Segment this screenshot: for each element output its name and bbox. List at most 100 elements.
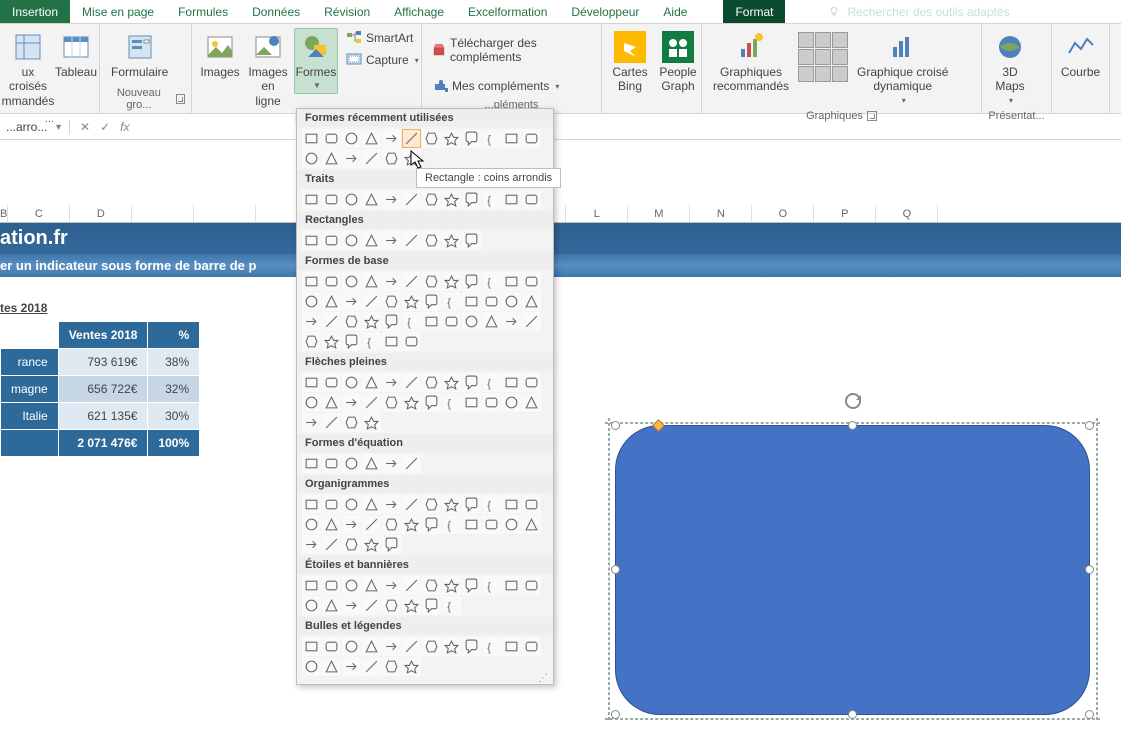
graphiques-recommandes-button[interactable]: Graphiques recommandés [708, 28, 794, 97]
shape-option[interactable] [362, 535, 381, 554]
shape-option[interactable] [522, 292, 541, 311]
shape-option[interactable] [322, 190, 341, 209]
shape-option[interactable] [342, 454, 361, 473]
shape-option[interactable] [502, 495, 521, 514]
shape-option[interactable] [462, 495, 481, 514]
resize-handle[interactable] [1085, 710, 1094, 719]
shape-option[interactable] [362, 231, 381, 250]
column-header[interactable]: B [0, 205, 8, 222]
shape-option[interactable] [302, 413, 321, 432]
shape-option[interactable] [382, 332, 401, 351]
shape-option[interactable] [522, 373, 541, 392]
shape-option[interactable] [382, 637, 401, 656]
shape-option[interactable]: { [442, 596, 461, 615]
shape-option[interactable] [322, 272, 341, 291]
tab-mise-en-page[interactable]: Mise en page [70, 0, 166, 23]
shape-option[interactable] [302, 312, 321, 331]
shape-option[interactable] [302, 495, 321, 514]
shapes-dropdown[interactable]: Formes récemment utilisées { Traits { Re… [296, 108, 554, 685]
shape-option[interactable] [322, 657, 341, 676]
shape-option[interactable] [522, 190, 541, 209]
tab-developpeur[interactable]: Développeur [559, 0, 651, 23]
shape-option[interactable] [462, 373, 481, 392]
shape-option[interactable] [422, 312, 441, 331]
tab-format[interactable]: Format [723, 0, 785, 23]
shape-option[interactable] [522, 272, 541, 291]
shape-option[interactable] [362, 149, 381, 168]
shape-option[interactable]: { [442, 393, 461, 412]
shape-option[interactable] [522, 515, 541, 534]
shape-option[interactable] [422, 393, 441, 412]
shape-option[interactable] [402, 393, 421, 412]
shape-option[interactable] [362, 413, 381, 432]
shape-option[interactable] [442, 312, 461, 331]
shape-option[interactable] [422, 231, 441, 250]
bing-maps-button[interactable]: Cartes Bing [608, 28, 652, 97]
shape-option[interactable] [522, 576, 541, 595]
shape-option[interactable] [402, 495, 421, 514]
shape-option[interactable] [402, 190, 421, 209]
shape-option[interactable] [422, 373, 441, 392]
shape-option[interactable] [422, 576, 441, 595]
shape-option[interactable] [322, 292, 341, 311]
resize-grip-icon[interactable]: ⋰ [538, 676, 549, 682]
shape-option[interactable] [302, 657, 321, 676]
shape-option[interactable] [502, 515, 521, 534]
column-header[interactable]: O [752, 205, 814, 222]
shape-option[interactable] [302, 596, 321, 615]
shape-option[interactable] [422, 272, 441, 291]
shape-option[interactable] [422, 190, 441, 209]
shape-option[interactable] [502, 190, 521, 209]
resize-handle[interactable] [611, 565, 620, 574]
shape-option[interactable] [382, 657, 401, 676]
shape-option[interactable] [342, 272, 361, 291]
shape-option[interactable] [502, 393, 521, 412]
capture-button[interactable]: Capture▾ [342, 50, 423, 70]
images-button[interactable]: Images [198, 28, 242, 82]
tab-affichage[interactable]: Affichage [382, 0, 456, 23]
shape-option[interactable] [382, 454, 401, 473]
shape-option[interactable] [322, 129, 341, 148]
shape-option[interactable] [462, 393, 481, 412]
column-header[interactable]: L [566, 205, 628, 222]
shape-option[interactable] [402, 129, 421, 148]
shape-option[interactable] [302, 393, 321, 412]
resize-handle[interactable] [848, 421, 857, 430]
shape-option[interactable] [302, 637, 321, 656]
shape-option[interactable] [382, 231, 401, 250]
shape-option[interactable]: { [482, 272, 501, 291]
shape-option[interactable] [302, 292, 321, 311]
shape-option[interactable] [342, 373, 361, 392]
shape-option[interactable] [322, 495, 341, 514]
shape-option[interactable] [342, 576, 361, 595]
tab-revision[interactable]: Révision [312, 0, 382, 23]
shape-option[interactable] [482, 292, 501, 311]
shape-option[interactable] [302, 515, 321, 534]
shape-option[interactable] [442, 373, 461, 392]
shape-option[interactable] [402, 637, 421, 656]
shape-option[interactable]: { [482, 576, 501, 595]
shape-option[interactable] [362, 373, 381, 392]
mes-complements-button[interactable]: Mes compléments▾ [428, 76, 595, 96]
shape-option[interactable] [362, 272, 381, 291]
shape-option[interactable] [462, 576, 481, 595]
shape-option[interactable] [382, 373, 401, 392]
shape-option[interactable] [322, 576, 341, 595]
shape-option[interactable] [322, 231, 341, 250]
telecharger-complements-button[interactable]: Télécharger des compléments [428, 34, 595, 66]
shape-option[interactable] [462, 129, 481, 148]
shape-option[interactable] [402, 373, 421, 392]
shape-option[interactable] [362, 637, 381, 656]
shape-option[interactable] [382, 535, 401, 554]
shape-option[interactable] [362, 454, 381, 473]
shapes-button[interactable]: Formes ▼ [294, 28, 338, 94]
fx-icon[interactable]: fx [120, 120, 129, 134]
group-launcher-icon[interactable] [176, 94, 185, 104]
shape-option[interactable] [462, 231, 481, 250]
shape-option[interactable] [322, 393, 341, 412]
shape-option[interactable] [482, 515, 501, 534]
shape-option[interactable] [502, 272, 521, 291]
shape-option[interactable] [402, 657, 421, 676]
shape-option[interactable] [502, 312, 521, 331]
shape-option[interactable] [522, 312, 541, 331]
